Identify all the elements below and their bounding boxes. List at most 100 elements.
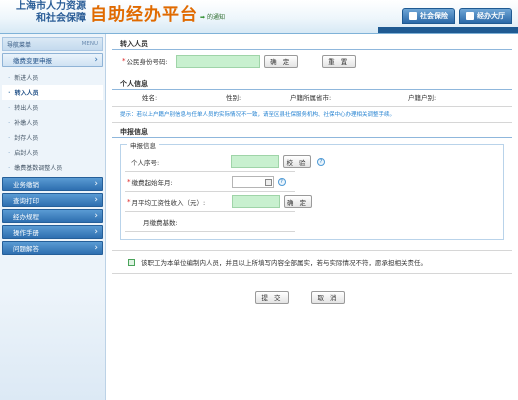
submenu-label: 新进人员 (14, 75, 39, 82)
submenu-item-seal[interactable]: · 封存人员 (2, 130, 103, 145)
sidebar-item-payment-change[interactable]: 缴费变更申报 › (2, 53, 103, 67)
province-label: 户籍所属省市: (290, 94, 332, 102)
income-row: * 月平均工资性收入（元）: 确 定 (127, 195, 312, 208)
divider (112, 106, 512, 107)
sidebar-item-manual[interactable]: 操作手册 › (2, 225, 103, 239)
hukou-type-label: 户籍户别: (408, 94, 437, 102)
gender-label: 性别: (226, 94, 242, 102)
sidebar-background (0, 290, 105, 400)
header-accent-bar (378, 27, 518, 33)
bullet-icon: · (8, 163, 11, 172)
verify-button[interactable]: 校 验 (283, 155, 311, 168)
id-row: * 公民身份号码: 确 定 重 置 (112, 50, 512, 72)
seq-row: 个人序号: 校 验 ? (131, 155, 325, 168)
declaration-row: 该职工为本单位编制内人员，并且以上所填写内容全部属实，若与实际情况不符，愿承担相… (112, 251, 512, 273)
divider (125, 171, 295, 172)
sidebar-item-query-print[interactable]: 查询打印 › (2, 193, 103, 207)
submenu-label: 封存人员 (14, 135, 39, 142)
bullet-icon: · (8, 118, 11, 127)
main-content: 转入人员 * 公民身份号码: 确 定 重 置 个人信息 姓名: 性别: 户籍所属… (112, 38, 512, 310)
submenu-item-new[interactable]: · 新进人员 (2, 70, 103, 85)
income-label: 月平均工资性收入（元）: (131, 198, 206, 207)
notice-text: 的通知 (207, 14, 226, 21)
submenu-label: 转出人员 (14, 105, 39, 112)
shield-icon (409, 12, 417, 20)
income-confirm-button[interactable]: 确 定 (283, 195, 312, 208)
divider (112, 122, 512, 123)
sidebar-item-label: 经办规程 (13, 213, 39, 221)
sidebar-item-label: 查询打印 (13, 197, 39, 205)
submenu-label: 转入人员 (14, 90, 39, 97)
building-icon (466, 12, 474, 20)
base-row: 月缴费基数: (143, 215, 178, 228)
divider (112, 137, 512, 138)
sidebar-item-label: 业务缴销 (13, 181, 39, 189)
reset-button[interactable]: 重 置 (321, 54, 356, 68)
seq-input[interactable] (231, 155, 279, 168)
declare-fieldset: 申报信息 个人序号: 校 验 ? * 缴费起始年月: ? * 月平均工资性收入（… (120, 140, 504, 240)
cancel-button[interactable]: 取 消 (311, 290, 345, 304)
start-date-input[interactable] (231, 175, 274, 188)
chevron-right-icon: › (94, 54, 98, 65)
section-title-declare: 申报信息 (120, 127, 148, 136)
submenu-item-base-adjust[interactable]: · 缴费基数调整人员 (2, 160, 103, 175)
divider (112, 273, 512, 274)
help-icon[interactable]: ? (277, 177, 286, 186)
base-label: 月缴费基数: (143, 218, 178, 227)
id-number-input[interactable] (175, 54, 260, 68)
bullet-icon: · (8, 148, 11, 157)
declaration-checkbox[interactable] (128, 258, 135, 266)
sidebar-item-faq[interactable]: 问题解答 › (2, 241, 103, 255)
submenu-label: 缴费基数调整人员 (14, 165, 63, 172)
confirm-button[interactable]: 确 定 (263, 54, 298, 68)
seq-label: 个人序号: (131, 158, 160, 167)
divider (125, 231, 295, 232)
sidebar-item-procedures[interactable]: 经办规程 › (2, 209, 103, 223)
chevron-right-icon: › (94, 210, 98, 221)
fieldset-legend: 申报信息 (127, 140, 159, 150)
top-tabs: 社会保险 经办大厅 (402, 8, 512, 24)
submenu: · 新进人员 · 转入人员 · 转出人员 · 补缴人员 · 封存人员 · 启封人员 · 缴费基… (2, 70, 103, 175)
section-title-transfer: 转入人员 (120, 39, 148, 48)
arrow-icon: ➡ (200, 14, 206, 21)
tab-service-hall[interactable]: 经办大厅 (459, 8, 512, 24)
submit-button[interactable]: 提 交 (255, 290, 289, 304)
notice-link[interactable]: ➡ 的通知 (200, 12, 225, 21)
required-mark: * (127, 177, 131, 186)
app-header: 上海市人力资源 和社会保障 自助经办平台 ➡ 的通知 社会保险 经办大厅 (0, 0, 518, 34)
sidebar-item-label: 操作手册 (13, 229, 39, 237)
submenu-item-transfer-out[interactable]: · 转出人员 (2, 100, 103, 115)
help-icon[interactable]: ? (317, 157, 325, 166)
declaration-text: 该职工为本单位编制内人员，并且以上所填写内容全部属实，若与实际情况不符，愿承担相… (141, 259, 427, 267)
sidebar-item-label: 问题解答 (13, 245, 39, 253)
start-date-row: * 缴费起始年月: ? (127, 175, 286, 188)
bullet-icon: · (8, 103, 11, 112)
required-mark: * (127, 197, 131, 206)
chevron-right-icon: › (94, 242, 98, 253)
bullet-icon: · (8, 73, 11, 82)
section-title-personal: 个人信息 (120, 79, 148, 88)
divider (125, 211, 295, 212)
bullet-icon: · (8, 133, 11, 142)
chevron-right-icon: › (94, 178, 98, 189)
tab-label: 经办大厅 (477, 12, 505, 20)
action-row: 提 交 取 消 (112, 284, 512, 310)
submenu-item-unseal[interactable]: · 启封人员 (2, 145, 103, 160)
tab-social-insurance[interactable]: 社会保险 (402, 8, 455, 24)
id-label: 公民身份号码: (126, 58, 168, 66)
submenu-item-back-pay[interactable]: · 补缴人员 (2, 115, 103, 130)
sidebar-item-business-cancel[interactable]: 业务缴销 › (2, 177, 103, 191)
divider (125, 191, 295, 192)
submenu-item-transfer-in[interactable]: · 转入人员 (2, 85, 103, 100)
start-date-label: 缴费起始年月: (131, 178, 173, 187)
submenu-label: 启封人员 (14, 150, 39, 157)
income-input[interactable] (231, 195, 280, 208)
tab-label: 社会保险 (420, 12, 448, 20)
submenu-label: 补缴人员 (14, 120, 39, 127)
sidebar: 导航菜单 MENU 缴费变更申报 › · 新进人员 · 转入人员 · 转出人员 · 补缴… (0, 34, 106, 400)
sidebar-title: 导航菜单 (7, 41, 32, 49)
required-mark: * (122, 57, 126, 65)
chevron-right-icon: › (94, 194, 98, 205)
sidebar-item-label: 缴费变更申报 (13, 57, 52, 65)
calendar-icon[interactable] (264, 178, 272, 186)
